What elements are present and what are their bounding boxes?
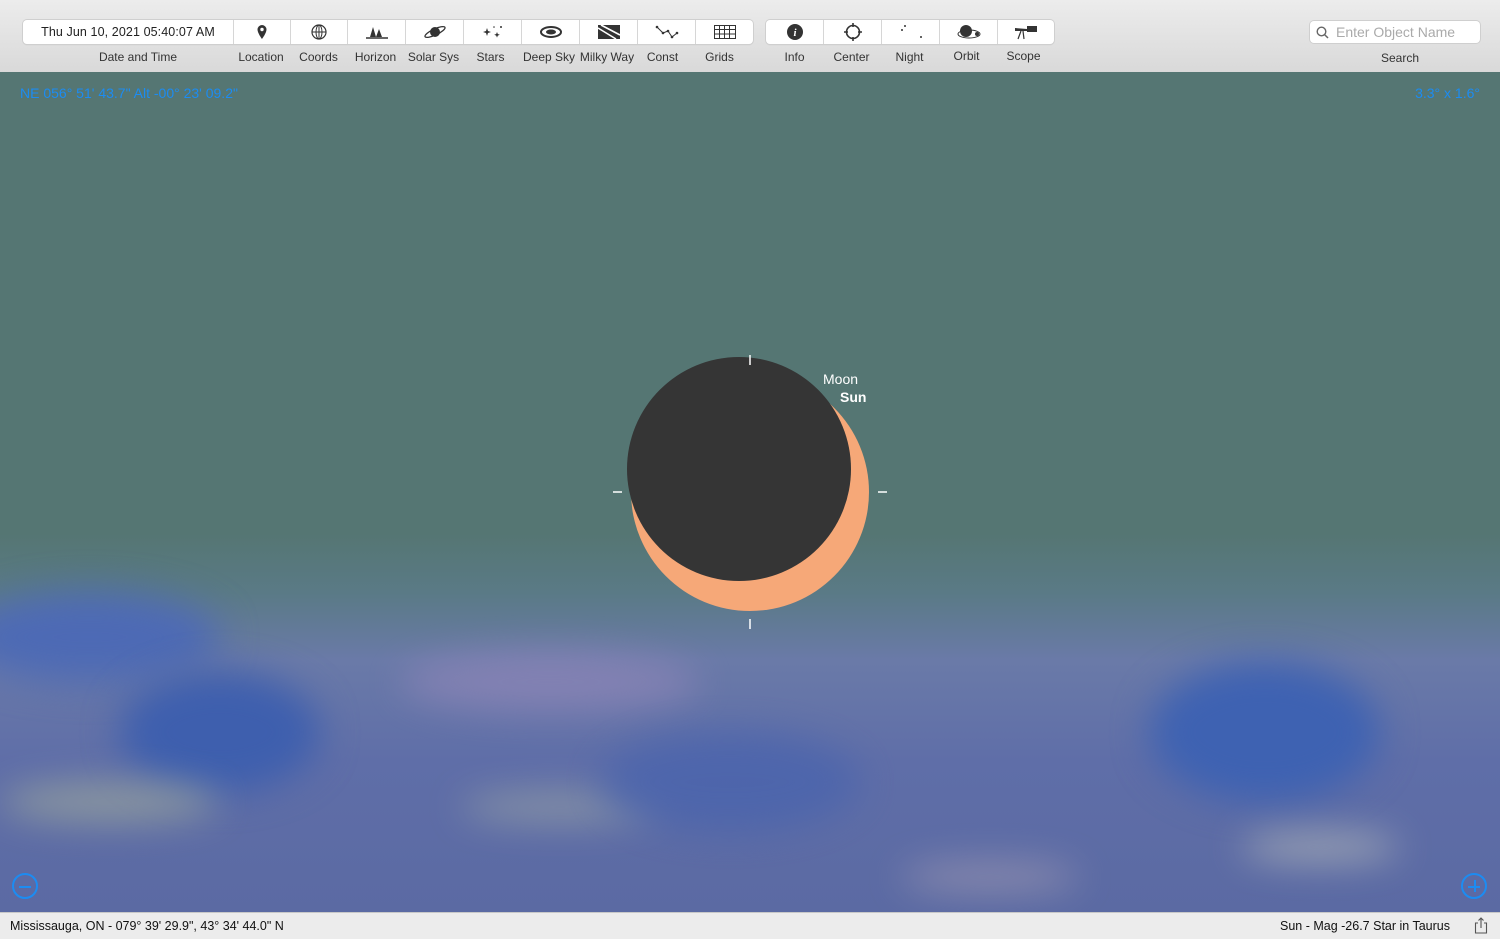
horizon-haze <box>1150 662 1380 802</box>
const-button[interactable] <box>638 20 696 44</box>
location-button[interactable] <box>234 20 291 44</box>
horizon-haze <box>0 782 220 822</box>
share-icon[interactable] <box>1474 917 1488 934</box>
field-of-view: 3.3° x 1.6° <box>1415 85 1480 101</box>
center-label: Center <box>833 50 870 64</box>
coords-button[interactable] <box>291 20 348 44</box>
horizon-label: Horizon <box>354 50 397 64</box>
solar-sys-label: Solar Sys <box>407 50 460 64</box>
milky-way-icon <box>597 24 620 40</box>
telescope-icon <box>1015 26 1037 40</box>
constellation-icon <box>655 25 678 39</box>
location-label: Location <box>238 50 284 64</box>
horizon-haze <box>900 862 1080 892</box>
grids-label: Grids <box>705 50 734 64</box>
search-box[interactable] <box>1310 21 1480 43</box>
horizon-haze <box>120 672 320 792</box>
sky-view[interactable]: NE 056° 51' 43.7" Alt -00° 23' 09.2" 3.3… <box>0 72 1500 912</box>
info-label: Info <box>784 50 805 64</box>
scope-button[interactable] <box>998 20 1054 44</box>
info-button[interactable]: i <box>766 20 824 44</box>
stars-button[interactable] <box>464 20 522 44</box>
orbit-icon <box>957 25 980 39</box>
night-button[interactable] <box>882 20 940 44</box>
center-crosshair-icon <box>843 23 862 41</box>
zoom-out-icon[interactable] <box>12 873 38 899</box>
horizon-button[interactable] <box>348 20 406 44</box>
galaxy-icon <box>539 26 562 38</box>
grids-button[interactable] <box>696 20 753 44</box>
coords-icon <box>311 24 327 40</box>
grid-icon <box>713 25 736 39</box>
moon-disk[interactable] <box>627 357 851 581</box>
scope-label: Scope <box>1006 49 1041 63</box>
selected-object-info: Sun - Mag -26.7 Star in Taurus <box>1280 919 1450 933</box>
milky-way-label: Milky Way <box>579 50 635 64</box>
stars-icon <box>482 26 502 38</box>
pointer-coordinates: NE 056° 51' 43.7" Alt -00° 23' 09.2" <box>20 85 238 101</box>
toolbar-segment-view: i <box>766 20 1054 44</box>
search-input[interactable] <box>1334 23 1478 41</box>
horizon-haze <box>400 652 700 712</box>
coords-label: Coords <box>299 50 338 64</box>
moon-label[interactable]: Moon <box>823 371 858 387</box>
horizon-haze <box>600 732 860 832</box>
stars-label: Stars <box>476 50 505 64</box>
datetime-label: Date and Time <box>98 50 178 64</box>
datetime-field[interactable]: Thu Jun 10, 2021 05:40:07 AM <box>23 20 234 44</box>
status-bar: Mississauga, ON - 079° 39' 29.9", 43° 34… <box>0 912 1500 939</box>
orbit-label: Orbit <box>953 49 980 63</box>
deep-sky-label: Deep Sky <box>522 50 576 64</box>
observer-location: Mississauga, ON - 079° 39' 29.9", 43° 34… <box>10 919 284 933</box>
night-moon-icon <box>900 25 922 39</box>
toolbar: Thu Jun 10, 2021 05:40:07 AM i Date and … <box>0 0 1500 73</box>
milky-way-button[interactable] <box>580 20 638 44</box>
search-icon <box>1316 25 1329 39</box>
center-button[interactable] <box>824 20 882 44</box>
deep-sky-button[interactable] <box>522 20 580 44</box>
zoom-in-icon[interactable] <box>1461 873 1487 899</box>
solar-sys-button[interactable] <box>406 20 464 44</box>
info-icon: i <box>786 24 803 40</box>
const-label: Const <box>646 50 679 64</box>
location-pin-icon <box>257 25 267 39</box>
toolbar-segment-main: Thu Jun 10, 2021 05:40:07 AM <box>23 20 753 44</box>
search-label: Search <box>1380 51 1420 65</box>
sun-label[interactable]: Sun <box>840 389 866 405</box>
horizon-haze <box>0 592 220 682</box>
saturn-icon <box>423 25 446 39</box>
horizon-haze <box>1240 832 1400 862</box>
night-label: Night <box>895 50 924 64</box>
orbit-button[interactable] <box>940 20 998 44</box>
horizon-trees-icon <box>365 27 388 39</box>
